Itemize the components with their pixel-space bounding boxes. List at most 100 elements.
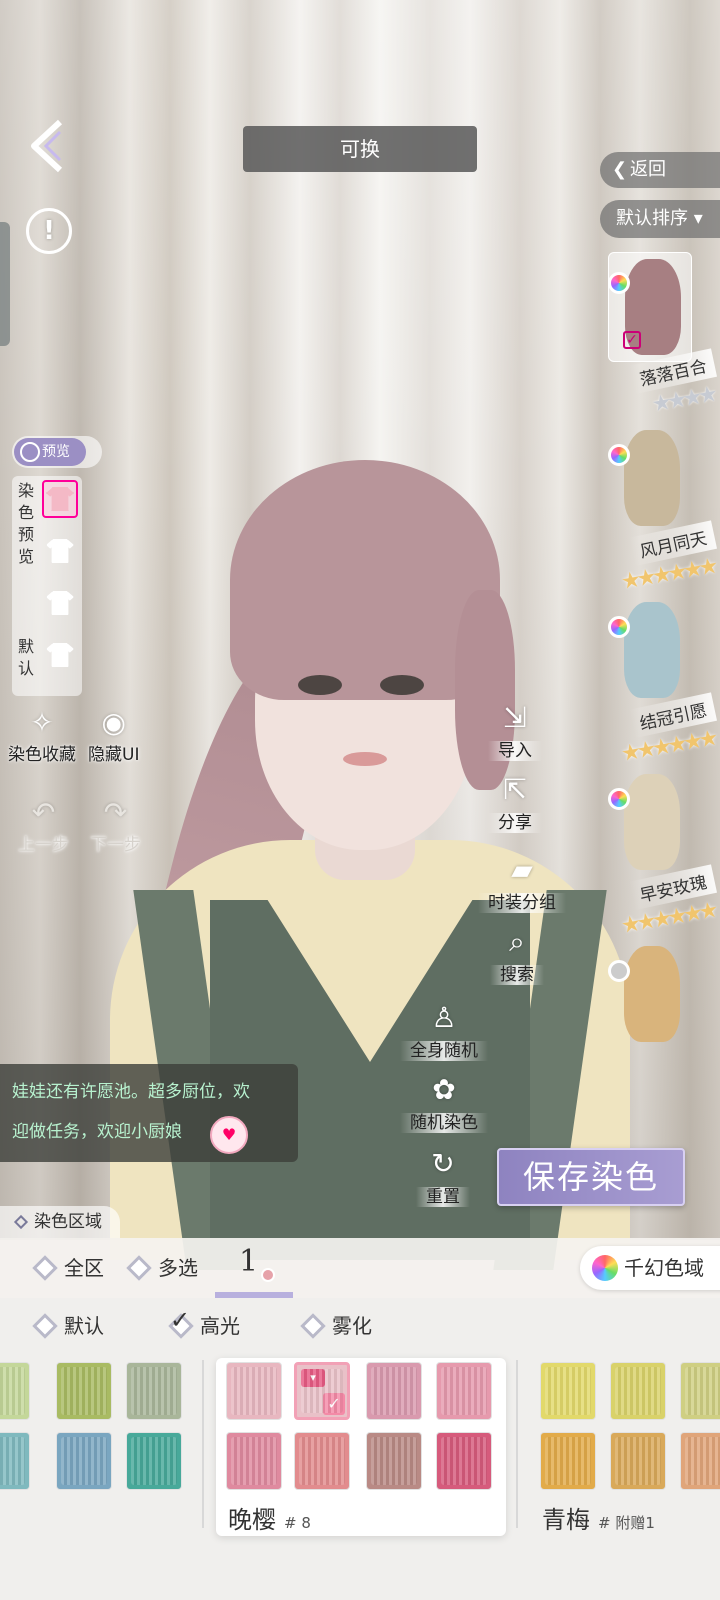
palette-divider — [202, 1360, 204, 1528]
return-button[interactable]: ❮ 返回 — [600, 152, 720, 188]
color-wheel-icon — [608, 444, 630, 466]
color-wheel-icon — [608, 616, 630, 638]
hairstyle-item[interactable] — [580, 940, 720, 1100]
hairstyle-item[interactable]: 风月同天 ★★★★★★ — [580, 424, 720, 595]
eye-icon: ◉ — [101, 706, 126, 739]
mode-mist-label: 雾化 — [332, 1314, 372, 1338]
preview-toggle[interactable]: 预览 — [12, 436, 102, 468]
palette-name: 青梅 — [542, 1506, 590, 1534]
color-swatch[interactable] — [126, 1432, 182, 1490]
mode-highlight-option[interactable]: ✓ 高光 — [166, 1306, 240, 1340]
back-chevron-icon[interactable] — [26, 118, 70, 174]
import-label: 导入 — [488, 741, 542, 761]
palette-icon: ✿ — [432, 1073, 456, 1106]
palette-previous — [0, 1356, 192, 1506]
preview-eye-icon — [20, 442, 40, 462]
search-label: 搜索 — [490, 965, 544, 985]
reset-icon: ↻ — [431, 1147, 455, 1180]
sort-dropdown[interactable]: 默认排序 ▾ — [600, 200, 720, 238]
reset-shirt-icon — [46, 643, 74, 667]
color-swatch[interactable] — [610, 1362, 666, 1420]
preview-label: 预览 — [42, 444, 70, 460]
palette-title: 晚樱 # 8 — [228, 1500, 311, 1535]
hairstyle-card — [608, 940, 692, 1050]
default-label: 默认 — [17, 637, 34, 678]
color-swatch[interactable] — [366, 1362, 422, 1420]
dye-slot-1[interactable] — [42, 480, 78, 518]
magic-color-button[interactable]: 千幻色域 — [580, 1246, 720, 1290]
mode-mist-option[interactable]: 雾化 — [298, 1312, 372, 1340]
alert-icon[interactable]: ! — [26, 208, 72, 254]
diamond-radio-icon — [32, 1255, 58, 1281]
redo-icon: ↷ — [103, 796, 128, 829]
dye-favorite-button[interactable]: ✧ 染色收藏 — [8, 706, 76, 765]
undo-button[interactable]: ↶ 上一步 — [18, 796, 69, 855]
rainbow-star-icon — [592, 1255, 618, 1281]
mode-default-label: 默认 — [64, 1314, 104, 1338]
palette-name: 晚樱 — [228, 1506, 276, 1534]
color-swatch[interactable] — [540, 1432, 596, 1490]
zone-multi-option[interactable]: 多选 — [124, 1254, 198, 1282]
color-swatch[interactable] — [436, 1362, 492, 1420]
left-edge-handle[interactable] — [0, 222, 10, 346]
hide-ui-button[interactable]: ◉ 隐藏UI — [88, 706, 139, 765]
chat-message[interactable]: 娃娃还有许愿池。超多厨位，欢 迎做任务，欢迎小厨娘 ♥ — [0, 1064, 298, 1162]
color-swatch[interactable] — [366, 1432, 422, 1490]
import-button[interactable]: ⇲ 导入 — [488, 700, 542, 761]
diamond-icon — [13, 1214, 29, 1230]
save-dye-button[interactable]: 保存染色 — [497, 1148, 685, 1206]
dye-slot-2[interactable] — [42, 532, 78, 570]
palette-divider — [516, 1360, 518, 1528]
hairstyle-thumbnail — [624, 946, 680, 1042]
shirt-badge-icon: ▾ — [301, 1369, 325, 1387]
dye-slot-3[interactable] — [42, 584, 78, 622]
mode-default-option[interactable]: 默认 — [30, 1312, 104, 1340]
fashion-group-button[interactable]: ▰ 时装分组 — [478, 852, 566, 913]
selected-check-icon: ✓ — [623, 331, 641, 349]
hide-ui-label: 隐藏UI — [88, 745, 140, 765]
eye-right — [380, 675, 424, 695]
color-swatch[interactable] — [226, 1362, 282, 1420]
shirt-icon — [46, 487, 74, 511]
color-swatch[interactable] — [126, 1362, 182, 1420]
random-body-icon: ♙ — [431, 1001, 457, 1034]
shirt-icon — [46, 591, 74, 615]
hairstyle-item[interactable]: 结冠引愿 ★★★★★★ — [580, 596, 720, 767]
folder-icon: ▰ — [511, 853, 533, 886]
color-swatch[interactable] — [540, 1362, 596, 1420]
color-swatch[interactable] — [0, 1432, 30, 1490]
undo-label: 上一步 — [18, 835, 69, 855]
eye-left — [298, 675, 342, 695]
zone-multi-label: 多选 — [158, 1256, 198, 1280]
hairstyle-item[interactable]: 早安玫瑰 ★★★★★★ — [580, 768, 720, 939]
hairstyle-card — [608, 768, 692, 878]
dye-slot-default[interactable] — [42, 636, 78, 674]
color-swatch[interactable] — [436, 1432, 492, 1490]
redo-button[interactable]: ↷ 下一步 — [90, 796, 141, 855]
palette-wanying: ▾ ✓ 晚樱 # 8 — [216, 1358, 506, 1536]
hairstyle-item[interactable]: ✓ 落落百合 ★★★★ — [580, 252, 720, 418]
color-swatch[interactable] — [0, 1362, 30, 1420]
color-wheel-icon — [608, 788, 630, 810]
dye-area-tab[interactable]: 染色区域 — [0, 1206, 120, 1238]
hairstyle-thumbnail — [624, 774, 680, 870]
reset-button[interactable]: ↻ 重置 — [416, 1146, 470, 1207]
undo-icon: ↶ — [31, 796, 56, 829]
color-swatch[interactable] — [56, 1432, 112, 1490]
color-swatch[interactable] — [680, 1432, 720, 1490]
zone-all-option[interactable]: 全区 — [30, 1254, 104, 1282]
random-dye-button[interactable]: ✿ 随机染色 — [400, 1072, 488, 1133]
color-swatch-selected[interactable]: ▾ ✓ — [294, 1362, 350, 1420]
color-swatch[interactable] — [680, 1362, 720, 1420]
share-button[interactable]: ⇱ 分享 — [488, 772, 542, 833]
color-swatch[interactable] — [226, 1432, 282, 1490]
random-body-button[interactable]: ♙ 全身随机 — [400, 1000, 488, 1061]
search-button[interactable]: ⌕ 搜索 — [490, 924, 544, 985]
favorite-icon: ✧ — [30, 706, 54, 739]
color-swatch[interactable] — [610, 1432, 666, 1490]
color-swatch[interactable] — [56, 1362, 112, 1420]
lips — [343, 752, 387, 766]
color-swatch[interactable] — [294, 1432, 350, 1490]
zone-tab-1[interactable]: 1 — [215, 1238, 293, 1298]
redo-label: 下一步 — [90, 835, 141, 855]
